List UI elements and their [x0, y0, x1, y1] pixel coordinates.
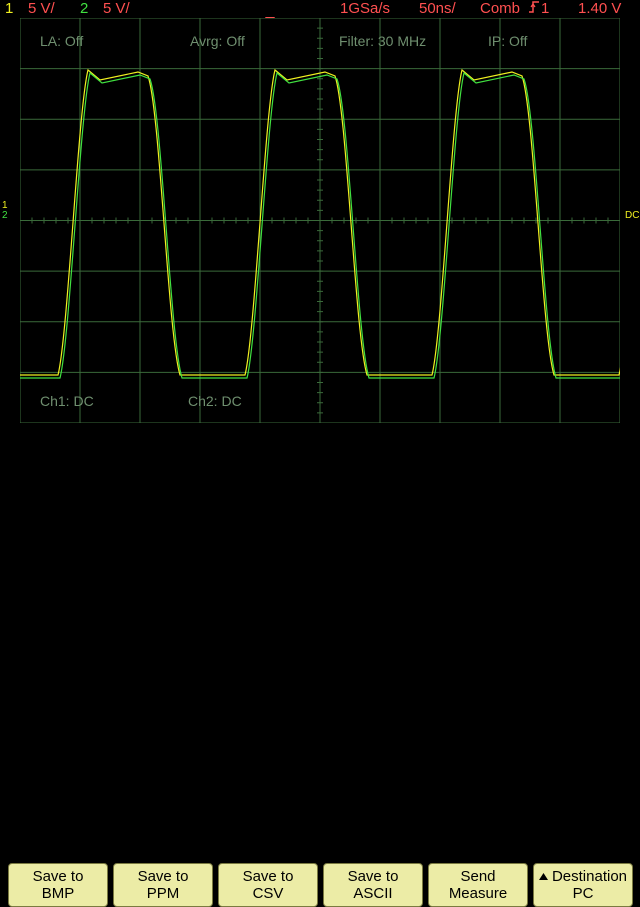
save-bmp-button[interactable]: Save to BMP	[8, 863, 108, 907]
ch2-scale[interactable]: 5 V/	[103, 0, 130, 18]
softkey-label-line2: PPM	[146, 885, 180, 902]
destination-button[interactable]: Destination PC	[533, 863, 633, 907]
softkey-menu: Save to BMP Save to PPM Save to CSV Save…	[0, 430, 640, 907]
la-status: LA: Off	[40, 33, 84, 49]
trigger-edge-icon	[528, 0, 540, 19]
save-ppm-button[interactable]: Save to PPM	[113, 863, 213, 907]
waveform-svg	[20, 18, 620, 423]
triangle-up-icon	[538, 873, 548, 880]
softkey-label-line2: CSV	[252, 885, 284, 902]
softkey-label-line1: Save to	[242, 868, 294, 885]
ch1-scale[interactable]: 5 V/	[28, 0, 55, 18]
trigger-level[interactable]: 1.40 V	[578, 0, 621, 18]
softkey-label-line1: Save to	[32, 868, 84, 885]
softkey-label-line1: Save to	[347, 868, 399, 885]
ch2-ground-marker[interactable]: 2	[2, 210, 8, 221]
softkey-label-line1: Send	[460, 868, 496, 885]
ch2-index: 2	[80, 0, 89, 17]
ch1-coupling: Ch1: DC	[40, 393, 94, 409]
timebase[interactable]: 50ns/	[419, 0, 456, 18]
waveform-display[interactable]: LA: Off Avrg: Off Filter: 30 MHz IP: Off…	[20, 18, 620, 423]
save-ascii-button[interactable]: Save to ASCII	[323, 863, 423, 907]
status-bar: 1 5 V/ 2 5 V/ 1GSa/s 50ns/ Comb 1 1.40 V	[0, 0, 640, 18]
ch1-index: 1	[5, 0, 14, 17]
softkey-label-line2: Measure	[448, 885, 508, 902]
softkey-label-line2: BMP	[41, 885, 75, 902]
trigger-source: 1	[541, 0, 550, 17]
sample-rate: 1GSa/s	[340, 0, 391, 17]
filter-status: Filter: 30 MHz	[339, 33, 427, 49]
ch2-marker-label: 2	[2, 210, 8, 221]
averaging-status: Avrg: Off	[190, 33, 245, 49]
softkey-label-line2: ASCII	[353, 885, 393, 902]
right-coupling-label: DC	[625, 210, 640, 221]
send-measure-button[interactable]: Send Measure	[428, 863, 528, 907]
ch2-coupling: Ch2: DC	[188, 393, 242, 409]
softkey-label-line1: Destination	[551, 868, 628, 885]
graticule	[20, 18, 620, 423]
softkey-label-line2: PC	[572, 885, 594, 902]
right-coupling-marker: DC	[625, 210, 639, 221]
softkey-label-line1: Save to	[137, 868, 189, 885]
interpolation-status: IP: Off	[488, 33, 528, 49]
destination-top-line: Destination	[534, 868, 632, 885]
trigger-mode[interactable]: Comb	[480, 0, 520, 18]
save-csv-button[interactable]: Save to CSV	[218, 863, 318, 907]
